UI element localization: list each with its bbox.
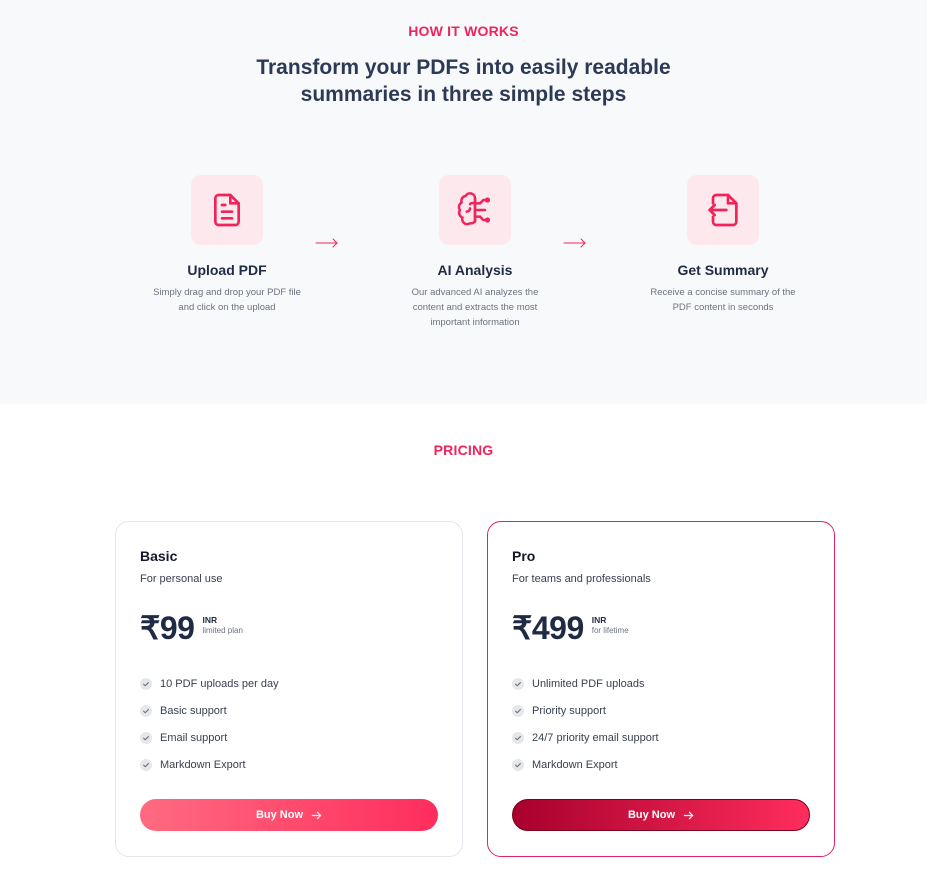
headline-line-1: Transform your PDFs into easily readable: [256, 56, 671, 79]
step-upload: Upload PDF Simply drag and drop your PDF…: [127, 175, 327, 315]
feature-item: Priority support: [512, 697, 810, 724]
step-icon-box: [191, 175, 263, 245]
step-summary: Get Summary Receive a concise summary of…: [623, 175, 823, 315]
price-currency: INR: [202, 615, 218, 625]
feature-label: Priority support: [532, 704, 606, 717]
price-note: for lifetime: [591, 626, 629, 635]
plan-price: ₹99: [140, 610, 195, 646]
how-it-works-headline: Transform your PDFs into easily readable…: [0, 54, 927, 108]
check-icon: [140, 677, 152, 690]
step-title: Upload PDF: [187, 262, 267, 278]
buy-now-label: Buy Now: [255, 809, 304, 821]
arrow-right-icon: [563, 238, 586, 248]
document-icon: [214, 193, 240, 227]
price-currency: INR: [591, 615, 607, 625]
pricing-eyebrow: PRICING: [433, 442, 494, 458]
check-icon: [140, 731, 152, 744]
price-note: limited plan: [202, 626, 243, 635]
price-meta: INR limited plan: [202, 615, 242, 635]
buy-now-button-pro[interactable]: Buy Now: [512, 799, 810, 831]
step-icon-box: [687, 175, 759, 245]
feature-label: Basic support: [160, 704, 227, 717]
arrow-right-icon: [315, 238, 338, 248]
step-description: Simply drag and drop your PDF file and c…: [153, 287, 301, 313]
feature-item: 24/7 priority email support: [512, 724, 810, 751]
step-analysis: AI Analysis Our advanced AI analyzes the…: [375, 175, 575, 330]
plan-price: ₹499: [512, 610, 584, 646]
pricing-card-basic: Basic For personal use ₹99 INR limited p…: [115, 521, 463, 857]
brain-icon: [457, 192, 491, 226]
price-meta: INR for lifetime: [592, 615, 629, 635]
buy-now-label: Buy Now: [627, 809, 676, 821]
step-description: Receive a concise summary of the PDF con…: [650, 287, 796, 313]
check-icon: [512, 704, 524, 717]
step-title: Get Summary: [677, 262, 769, 278]
feature-item: Unlimited PDF uploads: [512, 670, 810, 697]
price-row: ₹499 INR for lifetime: [512, 612, 810, 644]
check-icon: [140, 704, 152, 717]
feature-list: Unlimited PDF uploads Priority support 2…: [512, 670, 810, 778]
feature-list: 10 PDF uploads per day Basic support Ema…: [140, 670, 438, 778]
how-it-works-eyebrow: HOW IT WORKS: [408, 23, 519, 39]
feature-label: Markdown Export: [160, 758, 246, 771]
feature-label: Unlimited PDF uploads: [532, 677, 645, 690]
feature-item: Markdown Export: [512, 751, 810, 778]
feature-label: Email support: [160, 731, 228, 744]
feature-item: Markdown Export: [140, 751, 438, 778]
feature-item: Basic support: [140, 697, 438, 724]
feature-label: Markdown Export: [532, 758, 618, 771]
check-icon: [512, 731, 524, 744]
check-icon: [512, 758, 524, 771]
pricing-card-pro: Pro For teams and professionals ₹499 INR…: [487, 521, 835, 857]
step-description: Our advanced AI analyzes the content and…: [411, 287, 539, 328]
feature-item: Email support: [140, 724, 438, 751]
plan-name: Basic: [140, 548, 178, 564]
headline-line-2: summaries in three simple steps: [300, 83, 627, 106]
how-it-works-section: HOW IT WORKS Transform your PDFs into ea…: [0, 0, 927, 404]
step-icon-box: [439, 175, 511, 245]
feature-label: 10 PDF uploads per day: [160, 677, 279, 690]
plan-description: For personal use: [140, 573, 223, 585]
feature-item: 10 PDF uploads per day: [140, 670, 438, 697]
file-output-icon: [708, 193, 738, 227]
arrow-right-icon: [311, 811, 322, 819]
plan-description: For teams and professionals: [512, 573, 651, 585]
price-row: ₹99 INR limited plan: [140, 612, 438, 644]
plan-name: Pro: [512, 548, 536, 564]
feature-label: 24/7 priority email support: [532, 731, 659, 744]
check-icon: [512, 677, 524, 690]
arrow-right-icon: [683, 811, 694, 819]
buy-now-button-basic[interactable]: Buy Now: [140, 799, 438, 831]
check-icon: [140, 758, 152, 771]
step-title: AI Analysis: [437, 262, 513, 278]
